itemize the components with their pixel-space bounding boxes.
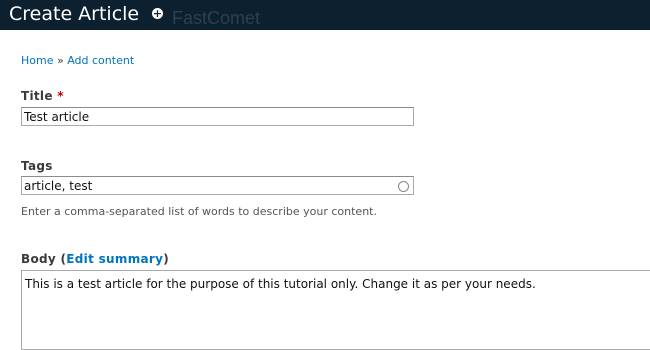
title-input[interactable]: Test article	[21, 107, 414, 126]
required-marker: *	[57, 89, 64, 103]
add-shortcut-icon[interactable]: +	[152, 8, 163, 19]
body-label-paren-close: )	[163, 252, 170, 266]
edit-summary-link[interactable]: Edit summary	[66, 252, 163, 266]
title-label-text: Title	[21, 89, 53, 103]
tags-description: Enter a comma-separated list of words to…	[21, 205, 377, 218]
tags-label: Tags	[21, 159, 53, 173]
autocomplete-throbber-icon	[398, 181, 409, 192]
breadcrumb-separator: »	[56, 54, 64, 67]
title-label: Title *	[21, 89, 64, 103]
body-label-text: Body	[21, 252, 57, 266]
body-label: Body (Edit summary)	[21, 252, 169, 266]
watermark: FastComet	[172, 8, 261, 28]
page-header: Create Article + FastComet	[0, 0, 650, 30]
breadcrumb: Home » Add content	[21, 54, 134, 68]
breadcrumb-home-link[interactable]: Home	[21, 54, 53, 67]
page-title: Create Article	[9, 3, 140, 25]
breadcrumb-add-content-link[interactable]: Add content	[67, 54, 134, 67]
tags-input-value: article, test	[24, 179, 93, 193]
tags-input[interactable]: article, test	[21, 176, 414, 195]
body-textarea[interactable]: This is a test article for the purpose o…	[21, 270, 650, 350]
